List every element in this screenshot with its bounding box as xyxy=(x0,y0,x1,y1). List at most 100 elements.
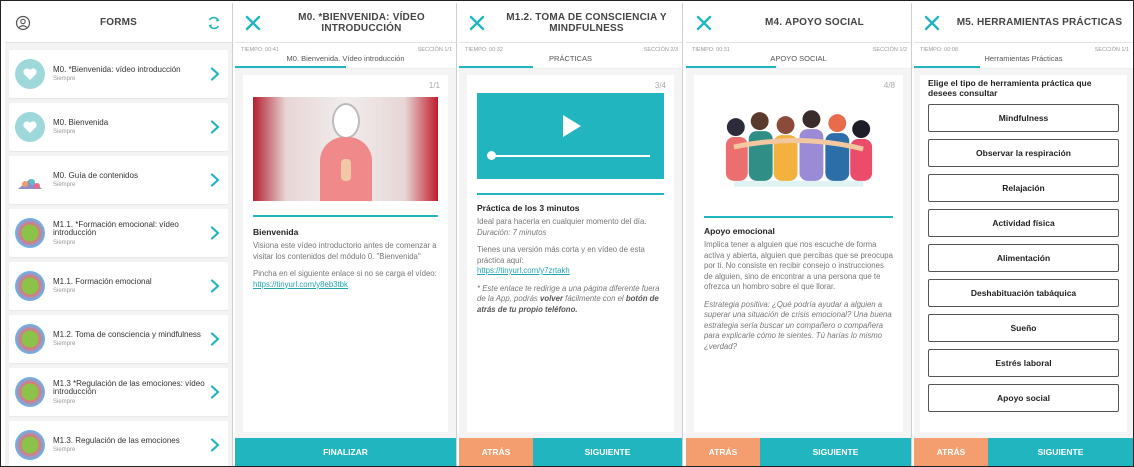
list-item[interactable]: M1.1. Formación emocional Siempre xyxy=(9,262,228,310)
elapsed-time: TIEMPO: 00:41 xyxy=(241,47,279,53)
list-item-text: M0. *Bienvenida: vídeo introducción Siemp… xyxy=(53,65,208,82)
sync-icon[interactable] xyxy=(200,3,228,43)
chevron-right-icon[interactable] xyxy=(208,332,222,346)
page-counter: 1/1 xyxy=(428,81,440,90)
footer: ATRÁS SIGUIENTE xyxy=(459,438,682,466)
paragraph: Visiona este vídeo introductorio antes d… xyxy=(253,241,437,261)
back-button[interactable]: ATRÁS xyxy=(459,438,533,466)
content-card: 1/1 Bienvenida Visiona este vídeo introd… xyxy=(243,75,448,432)
seek-handle[interactable] xyxy=(487,151,496,160)
list-item-title: M0. Guía de contenidos xyxy=(53,170,138,180)
practice-link[interactable]: https://tinyurl.com/y7zrtakh xyxy=(477,266,570,275)
chevron-right-icon[interactable] xyxy=(208,226,222,240)
tool-option-button[interactable]: Observar la respiración xyxy=(928,139,1119,167)
content-area: 3/4 Práctica de los 3 minutos Ideal para… xyxy=(459,69,682,438)
seek-track[interactable] xyxy=(491,155,650,157)
list-item-schedule: Siempre xyxy=(53,239,76,246)
tool-option-button[interactable]: Deshabituación tabáquica xyxy=(928,279,1119,307)
paragraph-link-intro: Pincha en el siguiente enlace si no se c… xyxy=(253,269,438,290)
next-button[interactable]: SIGUIENTE xyxy=(760,438,911,466)
duration-text: Duración: 7 minutos xyxy=(477,228,664,239)
screen-header: M4. APOYO SOCIAL xyxy=(686,3,911,43)
link-row: https://tinyurl.com/y7zrtakh xyxy=(477,266,664,277)
finish-button[interactable]: FINALIZAR xyxy=(235,438,456,466)
list-item-text: M0. Guía de contenidos Siempre xyxy=(53,170,208,188)
list-item-title: M1.1. *Formación emocional: vídeo introd… xyxy=(53,219,179,237)
page-title: FORMS xyxy=(99,17,138,28)
next-button[interactable]: SIGUIENTE xyxy=(988,438,1133,466)
progress-bar xyxy=(235,66,346,68)
list-item[interactable]: M1.3. Regulación de las emociones Siempre xyxy=(9,421,228,466)
forms-screen: FORMS M0. *Bienvenida: vídeo introducció… xyxy=(5,3,233,466)
divider xyxy=(477,193,664,195)
list-item-text: M1.1. Formación emocional Siempre xyxy=(53,276,208,294)
section-counter: SECCIÓN 1/1 xyxy=(1094,47,1129,53)
welcome-video-screen: M0. *BIENVENIDA: VÍDEO INTRODUCCIÓN TIEM… xyxy=(235,3,457,466)
section-title: M0. Bienvenida. Vídeo introducción xyxy=(286,54,405,63)
next-button[interactable]: SIGUIENTE xyxy=(533,438,682,466)
tool-option-button[interactable]: Actividad física xyxy=(928,209,1119,237)
close-icon[interactable] xyxy=(918,3,946,43)
page-counter: 4/8 xyxy=(883,81,895,90)
list-item[interactable]: M0. *Bienvenida: vídeo introducción Siemp… xyxy=(9,50,228,98)
tool-option-button[interactable]: Estrés laboral xyxy=(928,349,1119,377)
play-icon[interactable] xyxy=(562,115,581,137)
video-thumbnail[interactable] xyxy=(253,97,438,201)
content-card: 4/8 Apoyo emocional Implica tener a algu… xyxy=(694,75,903,432)
elapsed-time: TIEMPO: 00:08 xyxy=(920,47,958,53)
content-card: 3/4 Práctica de los 3 minutos Ideal para… xyxy=(467,75,674,432)
page-title: M0. *BIENVENIDA: VÍDEO INTRODUCCIÓN xyxy=(298,11,425,34)
page-title: M4. APOYO SOCIAL xyxy=(765,17,864,28)
list-item-schedule: Siempre xyxy=(53,398,76,405)
chevron-right-icon[interactable] xyxy=(208,438,222,452)
list-item[interactable]: M1.1. *Formación emocional: vídeo introd… xyxy=(9,209,228,257)
list-item-schedule: Siempre xyxy=(53,447,76,454)
forms-list: M0. *Bienvenida: vídeo introducción Siemp… xyxy=(5,45,232,466)
note: * Este enlace te redirige a una página d… xyxy=(477,284,664,316)
list-item[interactable]: M0. Guía de contenidos Siempre xyxy=(9,156,228,204)
page-counter: 3/4 xyxy=(654,81,666,90)
chevron-right-icon[interactable] xyxy=(208,173,222,187)
chevron-right-icon[interactable] xyxy=(208,67,222,81)
list-item[interactable]: M0. Bienvenida Siempre xyxy=(9,103,228,151)
note-text: fácilmente con el xyxy=(562,294,626,303)
chevron-right-icon[interactable] xyxy=(208,279,222,293)
back-button[interactable]: ATRÁS xyxy=(914,438,988,466)
duration-value: Duración: 7 minutos xyxy=(477,227,547,237)
list-item-text: M0. Bienvenida Siempre xyxy=(53,118,208,135)
content-heading: Apoyo emocional xyxy=(704,226,775,236)
chevron-right-icon[interactable] xyxy=(208,120,222,134)
tool-option-button[interactable]: Relajación xyxy=(928,174,1119,202)
close-icon[interactable] xyxy=(463,3,491,43)
video-link[interactable]: https://tinyurl.com/y8eb3tbk xyxy=(253,280,348,289)
mindfulness-screen: M1.2. TOMA DE CONSCIENCIA Y MINDFULNESS … xyxy=(459,3,683,466)
chevron-right-icon[interactable] xyxy=(208,385,222,399)
tool-option-button[interactable]: Apoyo social xyxy=(928,384,1119,412)
close-icon[interactable] xyxy=(239,3,267,43)
practical-tools-screen: M5. HERRAMIENTAS PRÁCTICAS TIEMPO: 00:08… xyxy=(914,3,1133,466)
tool-option-button[interactable]: Alimentación xyxy=(928,244,1119,272)
list-item[interactable]: M1.2. Toma de consciencia y mindfulness S… xyxy=(9,315,228,363)
emotions-globe-icon xyxy=(15,218,45,248)
screen-header: M0. *BIENVENIDA: VÍDEO INTRODUCCIÓN xyxy=(235,3,456,43)
divider xyxy=(253,215,438,217)
note-bold: volver xyxy=(540,294,563,303)
screen-header: M1.2. TOMA DE CONSCIENCIA Y MINDFULNESS xyxy=(459,3,682,43)
tool-option-button[interactable]: Mindfulness xyxy=(928,104,1119,132)
list-item[interactable]: M1.3 *Regulación de las emociones: vídeo… xyxy=(9,368,228,416)
profile-icon[interactable] xyxy=(9,3,37,43)
section-bar: TIEMPO: 00:32 SECCIÓN 2/3 PRÁCTICAS xyxy=(459,43,682,69)
heart-icon xyxy=(15,112,45,142)
divider xyxy=(704,216,893,218)
audio-player[interactable] xyxy=(477,93,664,179)
progress-bar xyxy=(686,66,776,68)
close-icon[interactable] xyxy=(690,3,718,43)
list-item-title: M1.1. Formación emocional xyxy=(53,276,152,286)
section-bar: TIEMPO: 00:31 SECCIÓN 1/2 APOYO SOCIAL xyxy=(686,43,911,69)
section-counter: SECCIÓN 1/2 xyxy=(872,47,907,53)
content-heading: Práctica de los 3 minutos xyxy=(477,203,580,213)
tool-option-button[interactable]: Sueño xyxy=(928,314,1119,342)
section-bar: TIEMPO: 00:08 SECCIÓN 1/1 Herramientas P… xyxy=(914,43,1133,69)
strategy-label: Estrategia positiva xyxy=(704,299,768,309)
back-button[interactable]: ATRÁS xyxy=(686,438,760,466)
